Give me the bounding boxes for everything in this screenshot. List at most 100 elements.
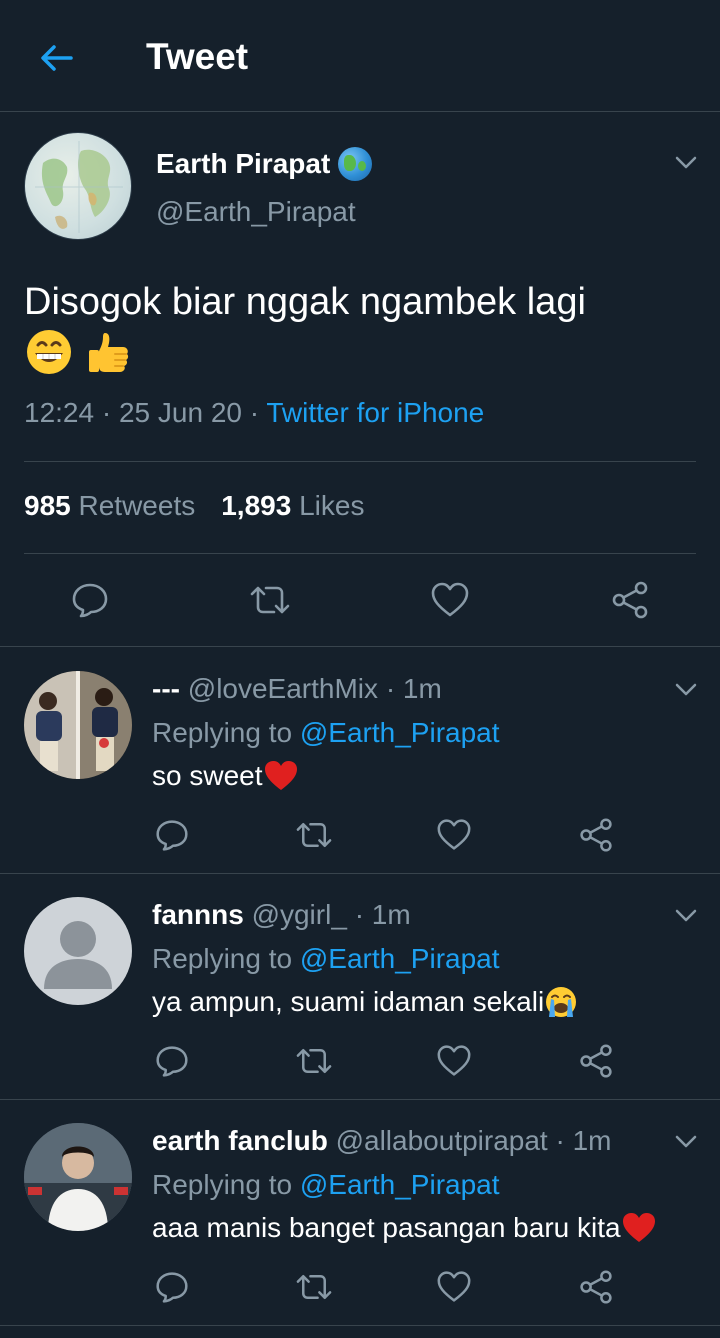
- retweet-button[interactable]: [248, 578, 292, 622]
- avatar[interactable]: [24, 897, 132, 1005]
- separator: ·: [555, 1125, 565, 1156]
- share-button[interactable]: [574, 1265, 618, 1309]
- divider: [24, 461, 696, 462]
- like-button[interactable]: [432, 1039, 476, 1083]
- reply-body: so sweet: [152, 760, 263, 791]
- crying-face-icon: [546, 986, 577, 1017]
- reply-text: aaa manis banget pasangan baru kita: [152, 1212, 656, 1244]
- grinning-face-icon: [27, 329, 71, 374]
- retweet-icon: [296, 1275, 332, 1299]
- separator: ·: [249, 397, 267, 428]
- reply-icon: [72, 583, 108, 618]
- reply-author-name[interactable]: fannns: [152, 899, 244, 930]
- share-icon: [580, 818, 612, 852]
- globe-emoji-icon: [338, 147, 373, 181]
- reply-header: --- @loveEarthMix · 1m: [152, 673, 442, 705]
- red-heart-icon: [264, 760, 297, 790]
- default-profile-icon: [44, 921, 112, 989]
- reply-author-handle[interactable]: @loveEarthMix: [188, 673, 378, 704]
- heart-icon: [437, 1271, 471, 1302]
- like-button[interactable]: [432, 813, 476, 857]
- likes-stat[interactable]: 1,893 Likes: [221, 490, 364, 522]
- reply-button[interactable]: [150, 813, 194, 857]
- reply-body: aaa manis banget pasangan baru kita: [152, 1212, 621, 1243]
- replying-to: Replying to @Earth_Pirapat: [152, 1169, 500, 1201]
- author-handle[interactable]: @Earth_Pirapat: [156, 196, 356, 228]
- share-icon: [580, 1044, 612, 1078]
- reply-button[interactable]: [150, 1265, 194, 1309]
- divider: [24, 553, 696, 554]
- author-name-row[interactable]: Earth Pirapat: [156, 147, 373, 181]
- divider: [0, 1325, 720, 1326]
- chevron-down-icon[interactable]: [672, 148, 700, 176]
- reply-header: fannns @ygirl_ · 1m: [152, 899, 411, 931]
- heart-icon: [437, 819, 471, 850]
- chevron-down-icon[interactable]: [672, 675, 700, 703]
- separator: ·: [101, 397, 119, 428]
- author-name[interactable]: Earth Pirapat: [156, 148, 330, 180]
- reply-header: earth fanclub @allaboutpirapat · 1m: [152, 1125, 612, 1157]
- reply-icon: [156, 1046, 188, 1077]
- avatar[interactable]: [24, 671, 132, 779]
- tweet-stats: 985 Retweets 1,893 Likes: [24, 490, 364, 522]
- page-title: Tweet: [146, 36, 249, 77]
- globe-map-image: [35, 141, 123, 233]
- retweet-button[interactable]: [292, 1265, 336, 1309]
- mention-link[interactable]: @Earth_Pirapat: [300, 943, 500, 974]
- share-icon: [612, 581, 648, 619]
- likes-count: 1,893: [221, 490, 292, 521]
- reply-icon: [156, 820, 188, 851]
- tweet-source-link[interactable]: Twitter for iPhone: [266, 397, 484, 428]
- tweet-meta: 12:24 · 25 Jun 20 · Twitter for iPhone: [24, 397, 484, 429]
- share-icon: [580, 1270, 612, 1304]
- retweets-label: Retweets: [78, 490, 196, 521]
- avatar[interactable]: [24, 1123, 132, 1231]
- reply-tweet[interactable]: earth fanclub @allaboutpirapat · 1m Repl…: [0, 1099, 720, 1325]
- tweet-text: Disogok biar nggak ngambek lagi: [24, 278, 704, 377]
- share-button[interactable]: [608, 578, 652, 622]
- reply-time: 1m: [572, 1125, 612, 1156]
- share-button[interactable]: [574, 813, 618, 857]
- reply-time: 1m: [371, 899, 411, 930]
- replying-to: Replying to @Earth_Pirapat: [152, 943, 500, 975]
- couple-photo-image: [24, 671, 132, 779]
- retweet-icon: [250, 586, 290, 614]
- separator: ·: [385, 673, 396, 704]
- mention-link[interactable]: @Earth_Pirapat: [300, 717, 500, 748]
- like-button[interactable]: [428, 578, 472, 622]
- share-button[interactable]: [574, 1039, 618, 1083]
- replying-label: Replying to: [152, 1169, 293, 1200]
- reply-tweet[interactable]: fannns @ygirl_ · 1m Replying to @Earth_P…: [0, 873, 720, 1099]
- tweet-date: 25 Jun 20: [118, 397, 242, 428]
- tweet-body: Disogok biar nggak ngambek lagi: [24, 281, 586, 323]
- reply-author-name[interactable]: ---: [152, 673, 180, 704]
- reply-body: ya ampun, suami idaman sekali: [152, 986, 545, 1017]
- thumbs-up-icon: [88, 332, 128, 372]
- retweet-button[interactable]: [292, 1039, 336, 1083]
- reply-time: 1m: [402, 673, 442, 704]
- reply-button[interactable]: [150, 1039, 194, 1083]
- profile-photo-image: [24, 1123, 132, 1231]
- reply-tweet[interactable]: --- @loveEarthMix · 1m Replying to @Eart…: [0, 647, 720, 873]
- reply-text: ya ampun, suami idaman sekali: [152, 986, 578, 1019]
- red-heart-icon: [622, 1212, 655, 1242]
- reply-author-handle[interactable]: @allaboutpirapat: [336, 1125, 548, 1156]
- avatar[interactable]: [24, 132, 132, 240]
- mention-link[interactable]: @Earth_Pirapat: [300, 1169, 500, 1200]
- reply-button[interactable]: [68, 578, 112, 622]
- tweet-time: 12:24: [24, 397, 95, 428]
- reply-author-name[interactable]: earth fanclub: [152, 1125, 328, 1156]
- reply-icon: [156, 1272, 188, 1303]
- retweet-icon: [296, 1049, 332, 1073]
- reply-author-handle[interactable]: @ygirl_: [252, 899, 347, 930]
- chevron-down-icon[interactable]: [672, 1127, 700, 1155]
- like-button[interactable]: [432, 1265, 476, 1309]
- retweets-stat[interactable]: 985 Retweets: [24, 490, 195, 522]
- back-button[interactable]: [36, 38, 76, 78]
- retweet-button[interactable]: [292, 813, 336, 857]
- chevron-down-icon[interactable]: [672, 901, 700, 929]
- separator: ·: [354, 899, 365, 930]
- replying-label: Replying to: [152, 943, 293, 974]
- retweets-count: 985: [24, 490, 71, 521]
- replying-to: Replying to @Earth_Pirapat: [152, 717, 500, 749]
